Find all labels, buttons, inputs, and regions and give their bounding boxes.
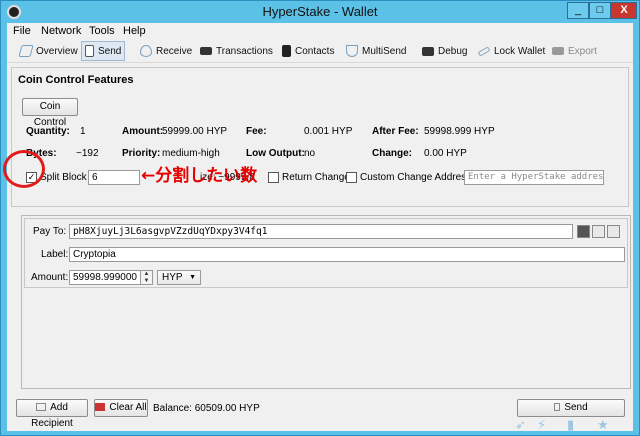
maximize-button[interactable]: □	[589, 2, 611, 19]
title-bar: HyperStake - Wallet _ □ X	[1, 1, 639, 23]
clear-all-button[interactable]: Clear All	[94, 399, 148, 417]
amount-value: 59999.00 HYP	[162, 126, 228, 137]
multisend-label: MultiSend	[362, 45, 407, 57]
send-label: Send	[98, 45, 122, 57]
fee-label: Fee:	[246, 126, 267, 137]
amount-label: Amount:	[122, 126, 164, 137]
add-icon	[36, 403, 47, 412]
custom-change-address-input[interactable]: Enter a HyperStake addres...	[464, 170, 604, 185]
debug-label: Debug	[438, 45, 468, 57]
sync-icon: ➶	[515, 417, 526, 432]
lock-icon	[477, 45, 491, 57]
export-button[interactable]: Export	[549, 41, 600, 61]
staking-icon: ★	[597, 417, 609, 432]
receive-label: Receive	[156, 45, 193, 57]
recipient-entry: Pay To: pH8XjuyLj3L6asgvpVZzdUqYDxpy3V4f…	[24, 218, 628, 288]
paste-button[interactable]	[592, 225, 605, 238]
coin-control-title: Coin Control Features	[18, 74, 134, 86]
status-bar: ➶ ⚡ ▮ ★	[7, 417, 633, 432]
split-block-input[interactable]: 6	[88, 170, 140, 185]
receive-icon	[140, 45, 152, 57]
amount-input[interactable]: 59998.999000	[69, 270, 141, 285]
contacts-tab[interactable]: Contacts	[279, 41, 337, 61]
change-value: 0.00 HYP	[424, 148, 467, 159]
overview-tab[interactable]: Overview	[17, 41, 81, 61]
chevron-down-icon: ▼	[189, 274, 196, 281]
toolbar: Overview Send Receive Transactions Conta…	[7, 39, 633, 63]
after-fee-value: 59998.999 HYP	[424, 126, 495, 137]
quantity-value: 1	[80, 126, 86, 137]
export-icon	[552, 47, 564, 55]
eraser-icon	[95, 403, 106, 412]
return-change-label: Return Change	[282, 172, 350, 183]
lock-wallet-label: Lock Wallet	[494, 45, 546, 57]
send-button-label: Send	[564, 402, 588, 413]
amount-spinner[interactable]: ▲ ▼	[141, 270, 153, 285]
contacts-label: Contacts	[295, 45, 335, 57]
send-button[interactable]: Send	[517, 399, 625, 417]
minimize-button[interactable]: _	[567, 2, 589, 19]
receive-tab[interactable]: Receive	[137, 41, 195, 61]
after-fee-label: After Fee:	[372, 126, 419, 137]
pay-to-label: Pay To:	[33, 226, 67, 237]
pay-to-input[interactable]: pH8XjuyLj3L6asgvpVZzdUqYDxpy3V4fq1	[69, 224, 573, 239]
connections-icon: ▮	[567, 417, 575, 432]
send-icon	[85, 45, 94, 57]
coin-control-panel: Coin Control Features Coin Control Quant…	[11, 67, 629, 207]
menu-network[interactable]: Network	[41, 25, 81, 37]
window-title: HyperStake - Wallet	[262, 4, 378, 19]
amount-entry-label: Amount:	[31, 272, 69, 283]
annotation-circle	[3, 150, 45, 188]
fee-value: 0.001 HYP	[304, 126, 353, 137]
balance-text: Balance: 60509.00 HYP	[153, 403, 260, 414]
quantity-label: Quantity:	[26, 126, 70, 137]
unit-select[interactable]: HYP ▼	[157, 270, 201, 285]
low-output-label: Low Output:	[246, 148, 305, 159]
clear-all-label: Clear All	[109, 402, 147, 413]
overview-label: Overview	[36, 45, 78, 57]
priority-label: Priority:	[122, 148, 161, 159]
change-label: Change:	[372, 148, 412, 159]
wallet-window: HyperStake - Wallet _ □ X File Network T…	[0, 0, 640, 436]
menu-help[interactable]: Help	[123, 25, 146, 37]
debug-icon	[422, 46, 434, 56]
delete-entry-button[interactable]	[607, 225, 620, 238]
export-label: Export	[568, 45, 597, 57]
transactions-icon	[200, 47, 212, 55]
menu-tools[interactable]: Tools	[89, 25, 115, 37]
coin-control-button[interactable]: Coin Control	[22, 98, 78, 128]
custom-change-checkbox[interactable]	[346, 172, 357, 183]
contacts-icon	[282, 45, 291, 57]
multisend-icon	[346, 45, 358, 57]
transactions-label: Transactions	[216, 45, 273, 57]
bytes-value: ~192	[76, 148, 99, 159]
menu-bar: File Network Tools Help	[7, 23, 633, 39]
network-icon: ⚡	[537, 417, 547, 432]
bottom-bar: Add Recipient Clear All Balance: 60509.0…	[7, 395, 633, 429]
send-icon	[554, 403, 561, 412]
transactions-tab[interactable]: Transactions	[197, 41, 276, 61]
menu-file[interactable]: File	[13, 25, 31, 37]
return-change-checkbox[interactable]	[268, 172, 279, 183]
low-output-value: no	[304, 148, 316, 159]
label-input[interactable]: Cryptopia	[69, 247, 625, 262]
annotation-text: ←分割したい数	[141, 166, 258, 186]
send-tab[interactable]: Send	[81, 41, 126, 61]
split-block-label: Split Block	[40, 172, 87, 183]
client-area: File Network Tools Help Overview Send Re…	[7, 23, 633, 432]
multisend-tab[interactable]: MultiSend	[343, 41, 409, 61]
priority-value: medium-high	[162, 148, 220, 159]
lock-wallet-button[interactable]: Lock Wallet	[475, 41, 548, 61]
add-recipient-button[interactable]: Add Recipient	[16, 399, 88, 429]
address-book-button[interactable]	[577, 225, 590, 238]
recipients-scroll-area[interactable]: Pay To: pH8XjuyLj3L6asgvpVZzdUqYDxpy3V4f…	[21, 215, 631, 389]
label-label: Label:	[41, 249, 69, 260]
unit-select-value: HYP	[162, 272, 183, 283]
close-button[interactable]: X	[611, 2, 637, 19]
debug-tab[interactable]: Debug	[419, 41, 470, 61]
overview-icon	[18, 45, 34, 57]
custom-change-label: Custom Change Address	[360, 172, 472, 183]
